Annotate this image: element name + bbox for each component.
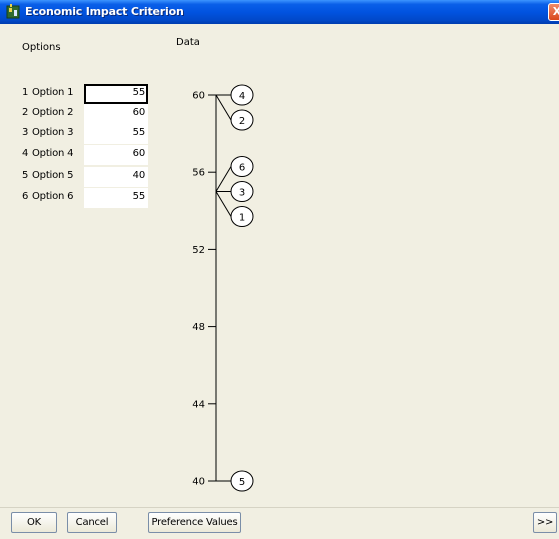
option-marker[interactable]: 6 — [230, 156, 254, 177]
option-marker[interactable]: 1 — [230, 206, 254, 227]
marker-label: 2 — [239, 116, 245, 127]
tick-label: 56 — [192, 168, 205, 179]
footer-divider — [0, 507, 559, 508]
tick-label: 40 — [192, 477, 205, 488]
option-marker[interactable]: 2 — [230, 109, 254, 131]
cancel-button[interactable]: Cancel — [67, 512, 117, 533]
tick-label: 52 — [192, 245, 205, 256]
marker-label: 6 — [239, 163, 245, 174]
marker-connector — [215, 191, 232, 217]
connector-group — [215, 94, 232, 482]
tick-label: 44 — [192, 399, 205, 410]
option-marker[interactable]: 3 — [230, 181, 254, 202]
marker-label: 1 — [239, 213, 245, 224]
marker-connector — [215, 166, 232, 192]
option-marker[interactable]: 5 — [230, 470, 254, 492]
marker-connector — [215, 94, 232, 121]
data-scale: 605652484440 563142 — [192, 84, 254, 492]
tick-label: 48 — [192, 322, 205, 333]
marker-label: 4 — [239, 91, 245, 102]
tick-label: 60 — [192, 91, 205, 102]
preference-values-button[interactable]: Preference Values — [148, 512, 241, 533]
marker-label: 3 — [239, 188, 245, 199]
marker-label: 5 — [239, 477, 245, 488]
marker-group[interactable]: 5 6 3 1 4 2 — [230, 84, 254, 492]
option-marker[interactable]: 4 — [230, 84, 254, 106]
more-button[interactable]: >> — [533, 512, 557, 533]
ok-button[interactable]: OK — [11, 512, 57, 533]
tick-group: 60 56 52 48 44 40 — [192, 91, 216, 488]
